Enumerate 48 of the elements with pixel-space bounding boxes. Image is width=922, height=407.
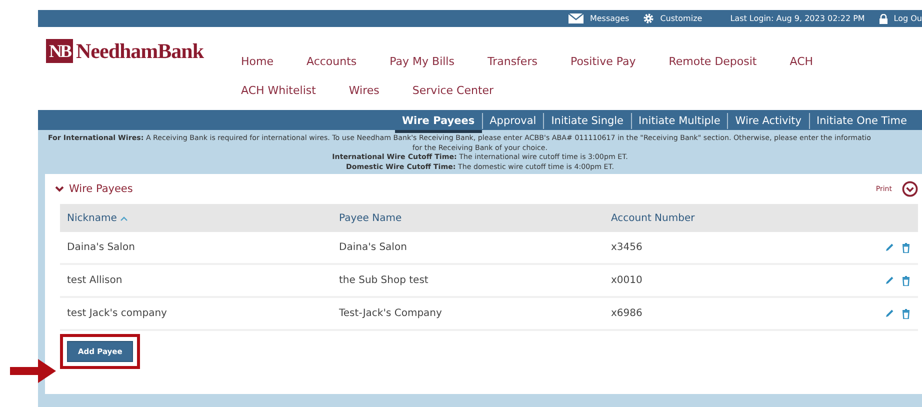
nav-link[interactable]: Accounts — [306, 52, 357, 71]
nav-link[interactable]: ACH Whitelist — [241, 81, 316, 100]
table-cell: x0010 — [611, 275, 642, 286]
nav-link[interactable]: Remote Deposit — [668, 52, 757, 71]
sub-nav-tab[interactable]: Initiate Multiple — [630, 113, 728, 129]
pencil-icon[interactable] — [885, 276, 894, 285]
logo-badge: NB — [46, 39, 74, 63]
sub-nav-tab[interactable]: Wire Payees — [394, 113, 482, 133]
arrow-icon — [10, 359, 56, 383]
table-cell: test Allison — [67, 275, 122, 286]
nav-link[interactable]: ACH — [790, 52, 814, 71]
last-login-text: Last Login: Aug 9, 2023 02:22 PM — [730, 14, 865, 23]
customize-link[interactable]: Customize — [660, 14, 702, 23]
section-toggle[interactable]: Wire Payees — [55, 183, 133, 195]
column-header[interactable]: Nickname — [60, 212, 332, 224]
sort-up-icon — [120, 216, 128, 220]
sub-nav-tab[interactable]: Wire Activity — [727, 113, 809, 129]
trash-icon[interactable] — [902, 242, 910, 252]
messages-link[interactable]: Messages — [590, 14, 630, 23]
nav-link[interactable]: Home — [241, 52, 274, 71]
column-header[interactable]: Account Number — [604, 212, 878, 224]
table-cell: Daina's Salon — [339, 242, 407, 253]
sub-nav-tab[interactable]: Approval — [482, 113, 544, 129]
lock-icon — [878, 14, 888, 24]
table-cell: Test-Jack's Company — [339, 308, 442, 319]
mail-icon — [568, 13, 584, 24]
column-header[interactable]: Payee Name — [332, 212, 604, 224]
logo-name: NeedhamBank — [76, 39, 204, 63]
sub-nav-tab[interactable]: Initiate Single — [543, 113, 631, 129]
table-cell: x3456 — [611, 242, 642, 253]
pencil-icon[interactable] — [885, 243, 894, 252]
nav-link[interactable]: Service Center — [412, 81, 494, 100]
pencil-icon[interactable] — [885, 309, 894, 318]
nav-link[interactable]: Positive Pay — [570, 52, 636, 71]
chevron-circle-icon[interactable] — [902, 181, 918, 197]
chevron-down-icon — [55, 186, 64, 192]
table-cell: x6986 — [611, 308, 642, 319]
sub-nav-tab[interactable]: Initiate One Time — [808, 113, 914, 129]
table-cell: the Sub Shop test — [339, 275, 428, 286]
nav-link[interactable]: Transfers — [487, 52, 538, 71]
table-cell: test Jack's company — [67, 308, 167, 319]
gear-icon — [643, 13, 654, 24]
table-cell: Daina's Salon — [67, 242, 135, 253]
nav-link[interactable]: Wires — [348, 81, 380, 100]
trash-icon[interactable] — [902, 308, 910, 318]
trash-icon[interactable] — [902, 276, 910, 286]
logout-link[interactable]: Log Ou — [894, 14, 922, 23]
nav-link[interactable]: Pay My Bills — [390, 52, 454, 71]
